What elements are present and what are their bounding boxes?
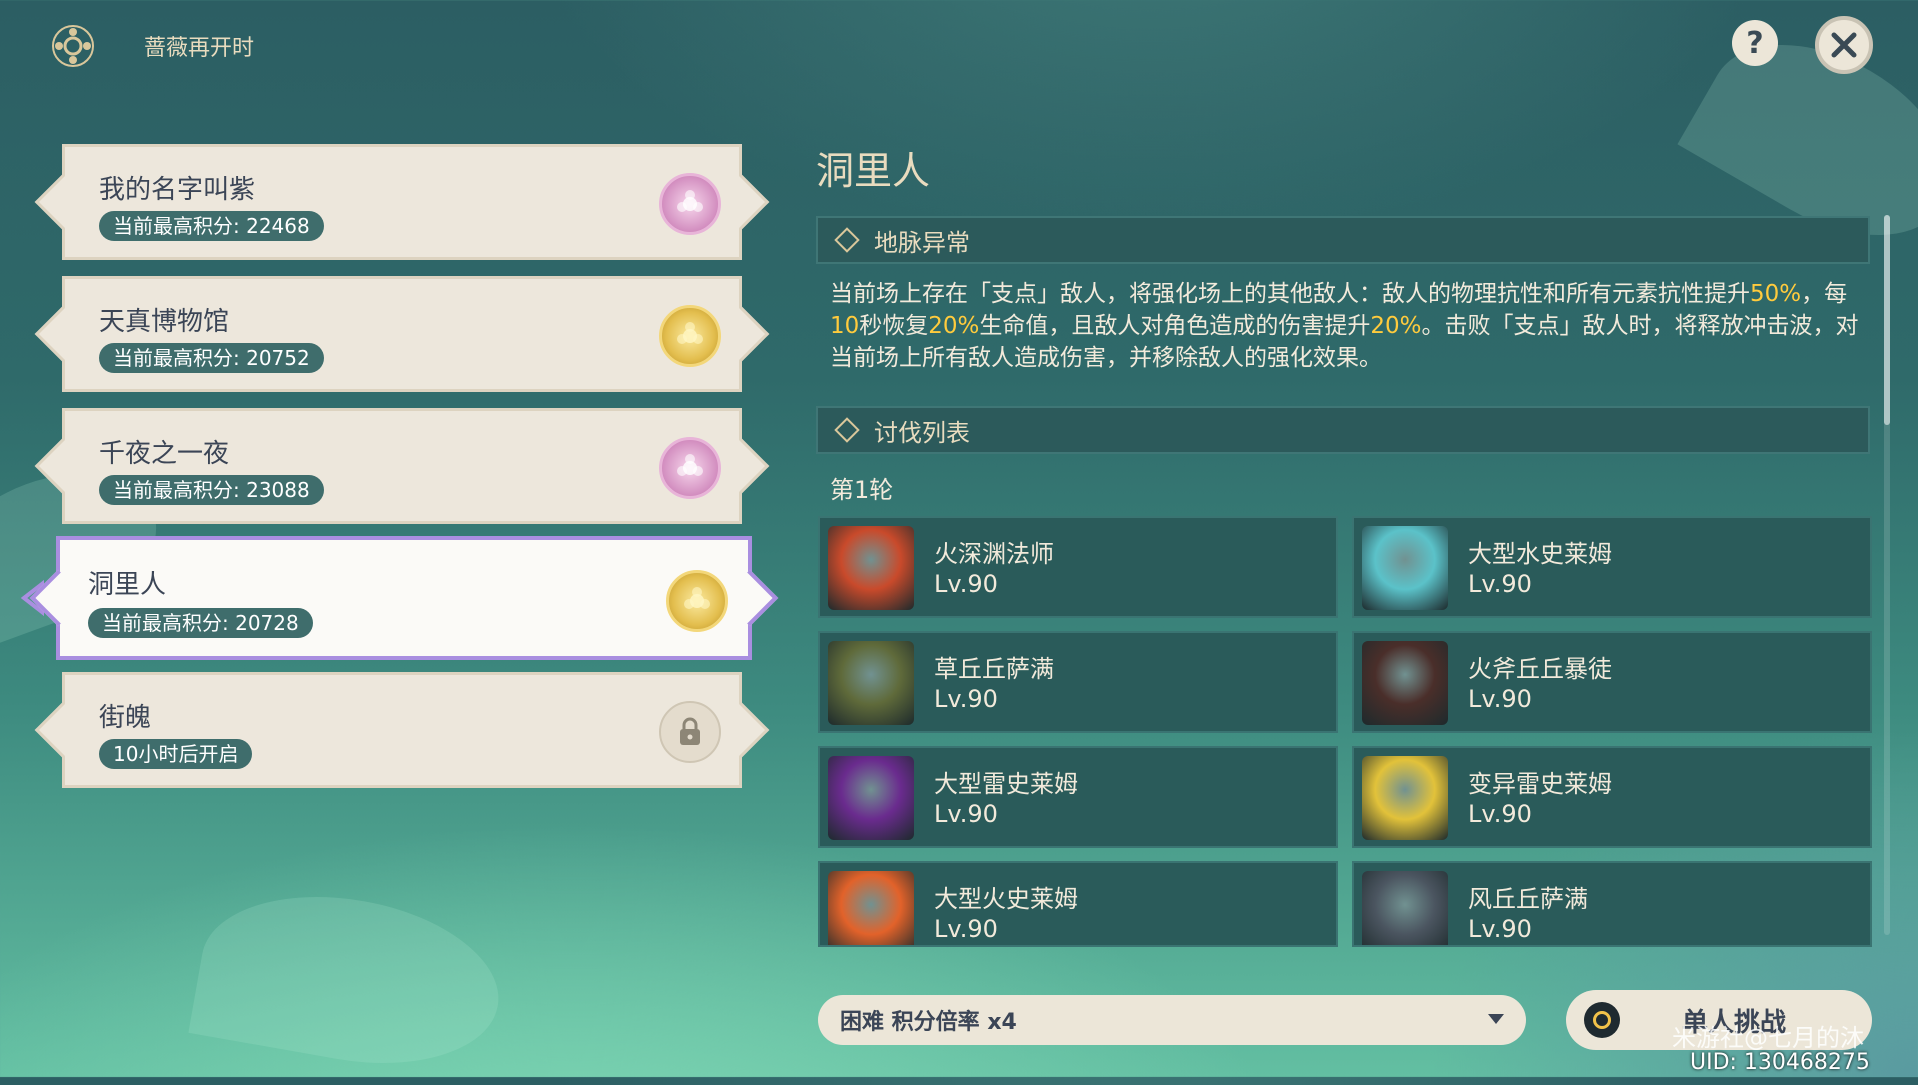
help-button[interactable]: ? xyxy=(1732,20,1778,66)
enemy-portrait-icon xyxy=(1362,526,1448,610)
enemy-name: 变异雷史莱姆 xyxy=(1468,770,1612,798)
ley-line-header: 地脉异常 xyxy=(816,216,1870,264)
diamond-icon xyxy=(834,227,860,253)
enemy-portrait-icon xyxy=(1362,641,1448,725)
question-icon: ? xyxy=(1746,25,1764,61)
enemy-name: 大型水史莱姆 xyxy=(1468,540,1612,568)
ley-line-description: 当前场上存在「支点」敌人，将强化场上的其他敌人：敌人的物理抗性和所有元素抗性提升… xyxy=(830,278,1860,374)
enemy-portrait-icon xyxy=(828,641,914,725)
enemy-name: 风丘丘萨满 xyxy=(1468,885,1588,913)
pink-rose-medal-icon xyxy=(659,437,721,499)
desc-highlight: 50% xyxy=(1750,281,1802,307)
floor-name: 天真博物馆 xyxy=(99,307,230,337)
enemy-level: Lv.90 xyxy=(1468,685,1532,713)
enemy-name: 火深渊法师 xyxy=(934,540,1054,568)
enemy-card[interactable]: 大型雷史莱姆 Lv.90 xyxy=(818,746,1338,848)
enemy-card[interactable]: 火斧丘丘暴徒 Lv.90 xyxy=(1352,631,1872,733)
floor-unlock-timer: 10小时后开启 xyxy=(99,739,253,769)
enemy-name: 大型火史莱姆 xyxy=(934,885,1078,913)
floor-name: 我的名字叫紫 xyxy=(99,175,256,205)
enemy-portrait-icon xyxy=(828,871,914,945)
desc-highlight: 20% xyxy=(1370,313,1422,339)
floor-card-4-selected[interactable]: 洞里人 当前最高积分: 20728 xyxy=(56,536,752,660)
enemy-level: Lv.90 xyxy=(1468,915,1532,943)
section-title: 讨伐列表 xyxy=(874,418,970,447)
desc-highlight: 10 xyxy=(830,313,860,339)
confirm-ring-icon xyxy=(1584,1002,1620,1038)
floor-card-5-locked[interactable]: 街魄 10小时后开启 xyxy=(62,672,742,788)
round-label: 第1轮 xyxy=(830,476,894,504)
floor-card-3[interactable]: 千夜之一夜 当前最高积分: 23088 xyxy=(62,408,742,524)
enemy-portrait-icon xyxy=(828,526,914,610)
enemy-name: 大型雷史莱姆 xyxy=(934,770,1078,798)
enemy-level: Lv.90 xyxy=(1468,570,1532,598)
desc-text: 秒恢复 xyxy=(859,313,929,339)
desc-highlight: 20% xyxy=(928,313,980,339)
event-header: 蔷薇再开时 xyxy=(50,24,254,68)
enemy-card[interactable]: 大型火史莱姆 Lv.90 xyxy=(818,861,1338,947)
floor-card-1[interactable]: 我的名字叫紫 当前最高积分: 22468 xyxy=(62,144,742,260)
section-title: 地脉异常 xyxy=(874,228,970,257)
enemy-portrait-icon xyxy=(1362,756,1448,840)
enemy-name: 火斧丘丘暴徒 xyxy=(1468,655,1612,683)
chevron-down-icon xyxy=(1488,1014,1504,1024)
floor-name: 千夜之一夜 xyxy=(99,439,230,469)
flower-emblem-icon xyxy=(50,23,96,69)
enemy-level: Lv.90 xyxy=(1468,800,1532,828)
lock-icon xyxy=(659,701,721,763)
gold-rose-medal-icon xyxy=(666,570,728,632)
event-title: 蔷薇再开时 xyxy=(144,36,255,61)
stage-title: 洞里人 xyxy=(816,149,931,193)
uid-label: UID: 130468275 xyxy=(1690,1050,1870,1075)
watermark: 米游社@七月的沐 xyxy=(1672,1024,1864,1052)
diamond-icon xyxy=(834,417,860,443)
enemy-level: Lv.90 xyxy=(934,915,998,943)
floor-score-badge: 当前最高积分: 20728 xyxy=(88,608,313,638)
close-icon xyxy=(1831,32,1857,58)
enemy-card[interactable]: 草丘丘萨满 Lv.90 xyxy=(818,631,1338,733)
floor-score-badge: 当前最高积分: 20752 xyxy=(99,343,324,373)
enemy-list-header: 讨伐列表 xyxy=(816,406,1870,454)
enemy-portrait-icon xyxy=(1362,871,1448,945)
pink-rose-medal-icon xyxy=(659,173,721,235)
enemy-card[interactable]: 大型水史莱姆 Lv.90 xyxy=(1352,516,1872,618)
close-button[interactable] xyxy=(1815,16,1873,74)
difficulty-label: 困难 积分倍率 x4 xyxy=(840,1010,1017,1035)
enemy-portrait-icon xyxy=(828,756,914,840)
floor-score-badge: 当前最高积分: 22468 xyxy=(99,211,324,241)
difficulty-dropdown[interactable]: 困难 积分倍率 x4 xyxy=(818,995,1526,1045)
enemy-level: Lv.90 xyxy=(934,685,998,713)
enemy-name: 草丘丘萨满 xyxy=(934,655,1054,683)
desc-text: 生命值，且敌人对角色造成的伤害提升 xyxy=(979,313,1371,339)
background-leaf xyxy=(188,875,512,1085)
enemy-level: Lv.90 xyxy=(934,800,998,828)
desc-text: 当前场上存在「支点」敌人，将强化场上的其他敌人：敌人的物理抗性和所有元素抗性提升 xyxy=(830,281,1750,307)
scrollbar-thumb[interactable] xyxy=(1884,215,1890,425)
enemy-card[interactable]: 火深渊法师 Lv.90 xyxy=(818,516,1338,618)
enemy-card[interactable]: 变异雷史莱姆 Lv.90 xyxy=(1352,746,1872,848)
floor-name: 街魄 xyxy=(99,703,152,733)
enemy-card[interactable]: 风丘丘萨满 Lv.90 xyxy=(1352,861,1872,947)
gold-rose-medal-icon xyxy=(659,305,721,367)
enemy-level: Lv.90 xyxy=(934,570,998,598)
floor-score-badge: 当前最高积分: 23088 xyxy=(99,475,324,505)
floor-name: 洞里人 xyxy=(88,570,167,600)
desc-text: ，每 xyxy=(1801,281,1848,307)
floor-card-2[interactable]: 天真博物馆 当前最高积分: 20752 xyxy=(62,276,742,392)
